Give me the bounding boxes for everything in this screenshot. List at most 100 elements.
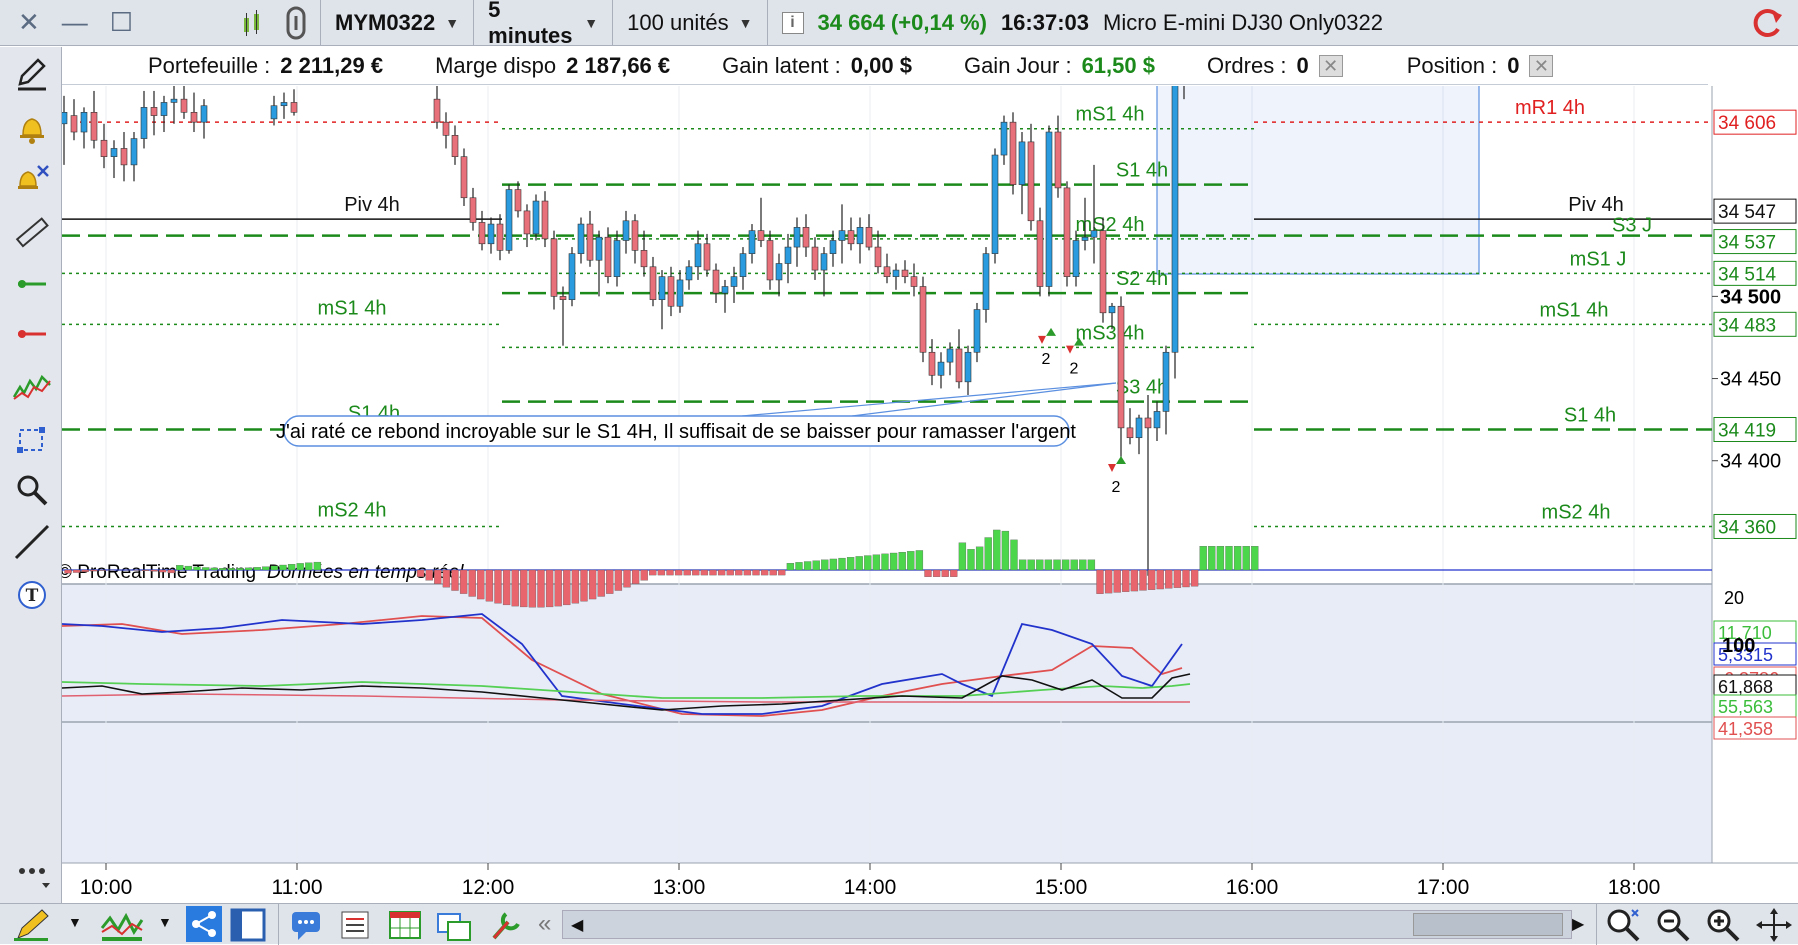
table-icon[interactable] bbox=[388, 910, 422, 940]
move-icon[interactable] bbox=[1756, 908, 1792, 942]
comment-icon[interactable] bbox=[290, 910, 324, 940]
indicator-icon[interactable] bbox=[10, 367, 54, 405]
zoom-out-icon[interactable] bbox=[1654, 906, 1692, 944]
close-position-icon[interactable]: ✕ bbox=[1529, 55, 1553, 77]
macd-histogram-bar bbox=[1088, 560, 1095, 570]
macd-histogram-bar bbox=[813, 561, 820, 570]
candle-body bbox=[71, 116, 77, 132]
candle-body bbox=[506, 190, 512, 251]
pencil-icon[interactable] bbox=[10, 55, 54, 93]
macd-histogram-bar bbox=[692, 570, 699, 575]
macd-histogram-bar bbox=[598, 570, 605, 596]
level-label: mS1 4h bbox=[1540, 299, 1609, 321]
info-icon[interactable]: i bbox=[782, 12, 804, 34]
trendline-icon[interactable] bbox=[10, 523, 54, 561]
refresh-icon[interactable] bbox=[1750, 5, 1786, 41]
alert-remove-icon[interactable] bbox=[10, 161, 54, 199]
units-selector[interactable]: 100 unités▼ bbox=[613, 0, 766, 46]
candle-body bbox=[1037, 221, 1043, 287]
text-icon[interactable]: T bbox=[10, 577, 54, 615]
scroll-right-icon[interactable]: ▶ bbox=[1572, 914, 1584, 934]
timeframe-selector[interactable]: 5 minutes▼ bbox=[474, 0, 612, 46]
macd-histogram-bar bbox=[1140, 570, 1147, 590]
minimize-window-icon[interactable]: — bbox=[62, 7, 88, 38]
macd-histogram-bar bbox=[1165, 570, 1172, 588]
candle-body bbox=[686, 267, 692, 280]
macd-histogram-bar bbox=[90, 570, 97, 571]
candle-body bbox=[578, 224, 584, 254]
indicators-icon[interactable] bbox=[100, 908, 144, 942]
macd-histogram-bar bbox=[1062, 560, 1069, 570]
candle-body bbox=[920, 287, 926, 353]
macd-histogram-bar bbox=[804, 562, 811, 571]
window-icon[interactable] bbox=[436, 908, 472, 942]
symbol-selector[interactable]: MYM0322▼ bbox=[321, 0, 473, 46]
instrument-name: Micro E-mini DJ30 Only0322 bbox=[1103, 10, 1383, 36]
close-window-icon[interactable]: ✕ bbox=[18, 7, 40, 38]
draw-icon[interactable] bbox=[12, 908, 52, 942]
macd-histogram-bar bbox=[787, 563, 794, 570]
price-chart[interactable]: 10:0011:0012:0013:0014:0015:0016:0017:00… bbox=[62, 86, 1798, 903]
share-icon[interactable] bbox=[186, 906, 222, 942]
candle-body bbox=[470, 198, 476, 223]
chevron-down-icon[interactable]: ▼ bbox=[68, 914, 82, 930]
candle-body bbox=[965, 352, 971, 382]
chart-style-icon[interactable] bbox=[240, 8, 270, 38]
rectangle-icon[interactable] bbox=[10, 419, 54, 457]
candle-body bbox=[857, 227, 863, 243]
macd-histogram-bar bbox=[615, 570, 622, 591]
macd-histogram-bar bbox=[82, 570, 89, 572]
horizontal-scrollbar[interactable]: ◀ bbox=[562, 910, 1572, 939]
highlight-zone[interactable] bbox=[1157, 86, 1479, 274]
ruler-icon[interactable] bbox=[10, 213, 54, 251]
red-line-icon[interactable] bbox=[10, 315, 54, 353]
candle-body bbox=[91, 112, 97, 140]
macd-histogram-bar bbox=[538, 570, 545, 607]
candle-body bbox=[812, 247, 818, 270]
level-label: mS2 4h bbox=[1076, 214, 1145, 236]
macd-histogram-bar bbox=[280, 565, 287, 570]
macd-histogram-bar bbox=[305, 563, 312, 570]
settings-icon[interactable] bbox=[488, 908, 524, 942]
macd-histogram-bar bbox=[254, 567, 261, 570]
candle-body bbox=[758, 231, 764, 241]
macd-histogram-bar bbox=[512, 570, 519, 606]
macd-histogram-bar bbox=[1019, 560, 1026, 570]
more-icon[interactable] bbox=[10, 855, 54, 893]
link-icon[interactable] bbox=[284, 6, 308, 40]
macd-histogram-bar bbox=[1054, 560, 1061, 570]
list-icon[interactable] bbox=[340, 910, 370, 940]
candle-body bbox=[713, 270, 719, 293]
position-value: 0 bbox=[1507, 53, 1519, 79]
gain-latent-label: Gain latent : bbox=[722, 53, 841, 79]
macd-histogram-bar bbox=[968, 549, 975, 570]
zoom-fit-icon[interactable] bbox=[1604, 906, 1642, 944]
collapse-icon[interactable]: « bbox=[538, 910, 551, 938]
level-label: S2 4h bbox=[1116, 268, 1168, 290]
scrollbar-thumb[interactable] bbox=[1413, 913, 1563, 936]
macd-histogram-bar bbox=[65, 570, 72, 573]
macd-histogram-bar bbox=[185, 566, 192, 570]
macd-histogram-bar bbox=[176, 565, 183, 570]
level-label: mR1 4h bbox=[1515, 97, 1585, 119]
macd-histogram-bar bbox=[211, 568, 218, 570]
macd-histogram-bar bbox=[1251, 546, 1258, 570]
zoom-icon[interactable] bbox=[10, 471, 54, 509]
candle-body bbox=[875, 247, 881, 267]
alert-bell-icon[interactable] bbox=[10, 109, 54, 147]
macd-histogram-bar bbox=[718, 570, 725, 575]
zoom-in-icon[interactable] bbox=[1704, 906, 1742, 944]
candle-body bbox=[740, 254, 746, 277]
stochastic-marker-label: 61,868 bbox=[1718, 677, 1773, 697]
candle-body bbox=[1136, 418, 1142, 438]
scroll-left-icon[interactable]: ◀ bbox=[571, 915, 583, 935]
green-line-icon[interactable] bbox=[10, 265, 54, 303]
close-orders-icon[interactable]: ✕ bbox=[1319, 55, 1343, 77]
macd-histogram-bar bbox=[950, 570, 957, 577]
layout-icon[interactable] bbox=[230, 908, 266, 942]
macd-histogram-bar bbox=[288, 564, 295, 570]
candle-body bbox=[121, 148, 127, 164]
macd-histogram-bar bbox=[1183, 570, 1190, 587]
bottom-toolbar: ▼ ▼ « ◀ ▶ bbox=[0, 903, 1798, 944]
chevron-down-icon[interactable]: ▼ bbox=[158, 914, 172, 930]
